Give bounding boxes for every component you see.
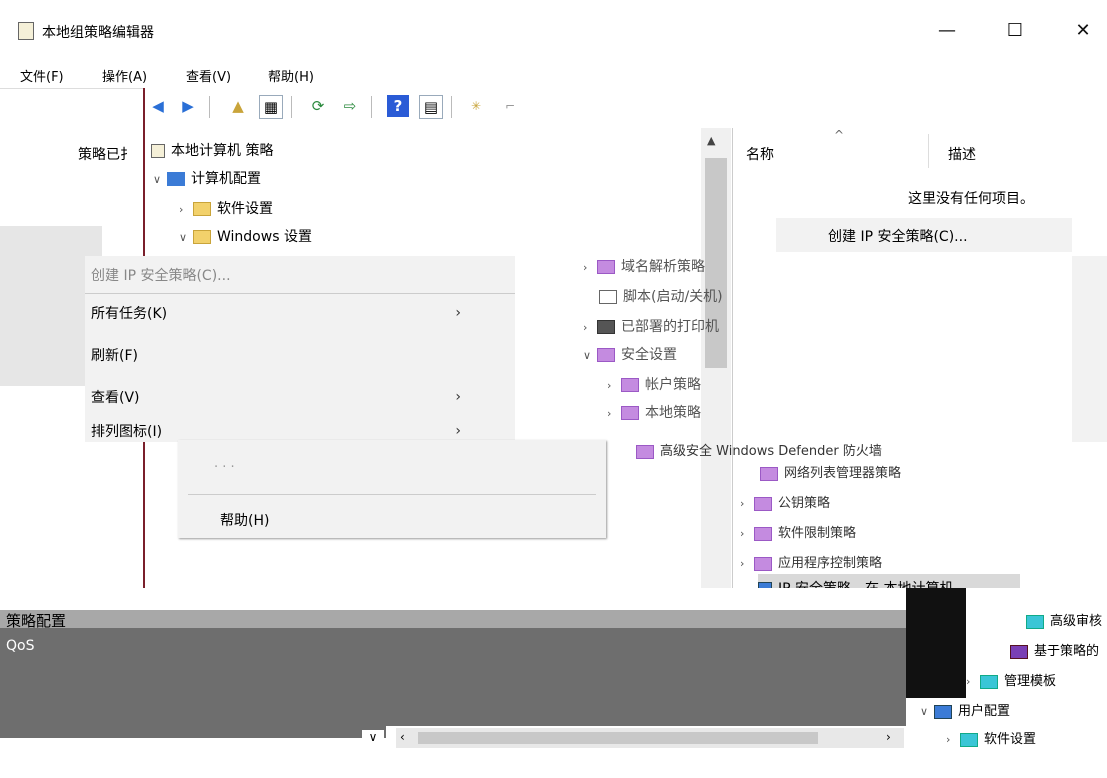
column-name[interactable]: 名称 (746, 144, 774, 164)
menu-item-refresh[interactable]: 刷新(F) (91, 336, 511, 374)
folder-icon (760, 466, 778, 481)
tree-user-software[interactable]: › 软件设置 (946, 728, 1036, 747)
up-folder-icon[interactable]: ▲ (227, 95, 249, 117)
tree-user-config[interactable]: ∨ 用户配置 (920, 700, 1010, 719)
printer-icon (597, 320, 615, 334)
window-title: 本地组策略编辑器 (42, 25, 154, 41)
tree-policy-qos[interactable]: 基于策略的 (1010, 640, 1099, 659)
folder-icon (980, 674, 998, 689)
folder-icon (597, 260, 615, 274)
tree-computer-config[interactable]: ∨ 计算机配置 (153, 168, 261, 188)
submenu-arrow-icon: › (455, 305, 461, 321)
policy-config-label: 策略配置 (6, 612, 67, 630)
menu-view[interactable]: 查看(V) (186, 66, 231, 85)
menu-file[interactable]: 文件(F) (20, 66, 64, 85)
tree-adv-firewall[interactable]: 高级安全 Windows Defender 防火墙 (636, 440, 882, 459)
menu-item-arrange-icons[interactable]: 排列图标(I) › (91, 420, 511, 442)
tree-account-policies[interactable]: › 帐户策略 (607, 374, 701, 394)
horizontal-scrollbar[interactable]: ‹ › (396, 728, 904, 748)
empty-message: 这里没有任何项目。 (908, 191, 1034, 207)
folder-icon (1026, 614, 1044, 629)
scroll-thumb[interactable] (705, 158, 727, 368)
folder-icon (754, 556, 772, 571)
app-icon (18, 22, 34, 40)
context-menu-lower: · · · 帮助(H) (178, 440, 606, 538)
refresh-icon[interactable]: ⟳ (307, 95, 329, 117)
properties-icon[interactable]: ⌐ (499, 95, 521, 117)
policy-icon (151, 144, 165, 158)
export-list-icon[interactable]: ⇨ (339, 95, 361, 117)
chevron-down-icon[interactable]: ∨ (153, 173, 167, 186)
tree-app-control[interactable]: › 应用程序控制策略 (740, 552, 882, 571)
submenu-arrow-icon: › (455, 389, 461, 405)
tree-software-restriction[interactable]: › 软件限制策略 (740, 522, 856, 541)
back-icon[interactable]: ◀ (147, 95, 169, 117)
tree-admin-templates[interactable]: › 管理模板 (966, 670, 1056, 689)
chevron-down-icon[interactable]: ∨ (179, 231, 193, 244)
menu-item-create-ip-policy[interactable]: 创建 IP 安全策略(C)... (91, 256, 511, 294)
submenu-arrow-icon: › (455, 423, 461, 439)
script-icon (599, 290, 617, 304)
context-menu-create[interactable]: 创建 IP 安全策略(C)... (776, 218, 1072, 252)
tree-software-settings[interactable]: › 软件设置 (179, 198, 273, 218)
menu-item-help[interactable]: 帮助(H) (220, 510, 269, 530)
qos-label: QoS (6, 638, 35, 654)
tree-adv-audit[interactable]: 高级审核 (1026, 610, 1102, 629)
tree-deployed-printers[interactable]: › 已部署的打印机 (583, 316, 719, 336)
help-icon[interactable]: ? (387, 95, 409, 117)
menu-help[interactable]: 帮助(H) (268, 66, 314, 85)
column-description[interactable]: 描述 (948, 144, 976, 164)
minimize-button[interactable]: — (924, 10, 970, 50)
tree-public-key[interactable]: › 公钥策略 (740, 492, 830, 511)
toolbar: ◀ ▶ ▲ ▦ ⟳ ⇨ ? ▤ ✳ ⌐ (143, 88, 1107, 126)
user-icon (934, 704, 952, 719)
folder-icon (193, 230, 211, 244)
chart-icon (1010, 644, 1028, 659)
tree-security-settings[interactable]: ∨ 安全设置 (583, 344, 677, 364)
folder-icon (621, 378, 639, 392)
menu-item-view[interactable]: 查看(V) › (91, 378, 511, 416)
menu-action[interactable]: 操作(A) (102, 66, 147, 85)
tree-network-list[interactable]: 网络列表管理器策略 (760, 462, 901, 481)
new-item-icon[interactable]: ✳ (465, 95, 487, 117)
scroll-down-icon[interactable]: ∨ (362, 730, 384, 754)
folder-icon (754, 526, 772, 541)
left-column-header[interactable]: 策略已扌 (78, 144, 134, 164)
maximize-button[interactable]: ☐ (992, 10, 1038, 50)
folder-icon (621, 406, 639, 420)
bottom-area: 策略配置 QoS ∨ ‹ › 高级审核 基于策略的 › 管理模板 ∨ 用户配置 › 软… (0, 588, 1107, 778)
context-menu: 创建 IP 安全策略(C)... 所有任务(K) › 刷新(F) 查看(V) › 排… (85, 256, 515, 442)
tree-lower-right: 高级审核 基于策略的 › 管理模板 ∨ 用户配置 › 软件设置 (906, 588, 1107, 778)
tree-dns-client[interactable]: › 域名解析策略 (583, 256, 705, 276)
security-icon (597, 348, 615, 362)
menu-bar: 文件(F) 操作(A) 查看(V) 帮助(H) (0, 62, 1107, 89)
folder-icon (960, 732, 978, 747)
folder-icon (754, 496, 772, 511)
tree-root[interactable]: 本地计算机 策略 (151, 140, 273, 160)
close-button[interactable]: ✕ (1060, 10, 1106, 50)
computer-icon (167, 172, 185, 186)
menu-create-ip-policy[interactable]: 创建 IP 安全策略(C)... (828, 226, 968, 246)
scroll-up-icon[interactable]: ▲ (707, 134, 715, 147)
folder-icon (636, 444, 654, 459)
tree-scripts[interactable]: 脚本(启动/关机) (599, 286, 723, 306)
scroll-right-icon[interactable]: › (886, 730, 891, 744)
show-hide-tree-icon[interactable]: ▦ (259, 95, 283, 119)
sort-ascending-icon: ^ (834, 128, 845, 142)
tree-windows-settings[interactable]: ∨ Windows 设置 (179, 226, 312, 246)
menu-item-all-tasks[interactable]: 所有任务(K) › (91, 294, 511, 332)
menu-separator (188, 494, 596, 495)
tree-local-policies[interactable]: › 本地策略 (607, 402, 701, 422)
scroll-left-icon[interactable]: ‹ (400, 730, 405, 744)
forward-icon[interactable]: ▶ (177, 95, 199, 117)
chevron-right-icon[interactable]: › (179, 203, 193, 216)
details-pane: 名称 ^ 描述 这里没有任何项目。 创建 IP 安全策略(C)... (732, 128, 1107, 588)
tree-scrollbar[interactable]: ▲ (701, 128, 731, 588)
chevron-down-icon[interactable]: ∨ (920, 705, 934, 718)
action-pane-icon[interactable]: ▤ (419, 95, 443, 119)
chevron-right-icon[interactable]: › (946, 733, 960, 746)
folder-icon (193, 202, 211, 216)
scroll-thumb-horizontal[interactable] (418, 732, 818, 744)
title-bar: 本地组策略编辑器 — ☐ ✕ (0, 0, 1107, 62)
